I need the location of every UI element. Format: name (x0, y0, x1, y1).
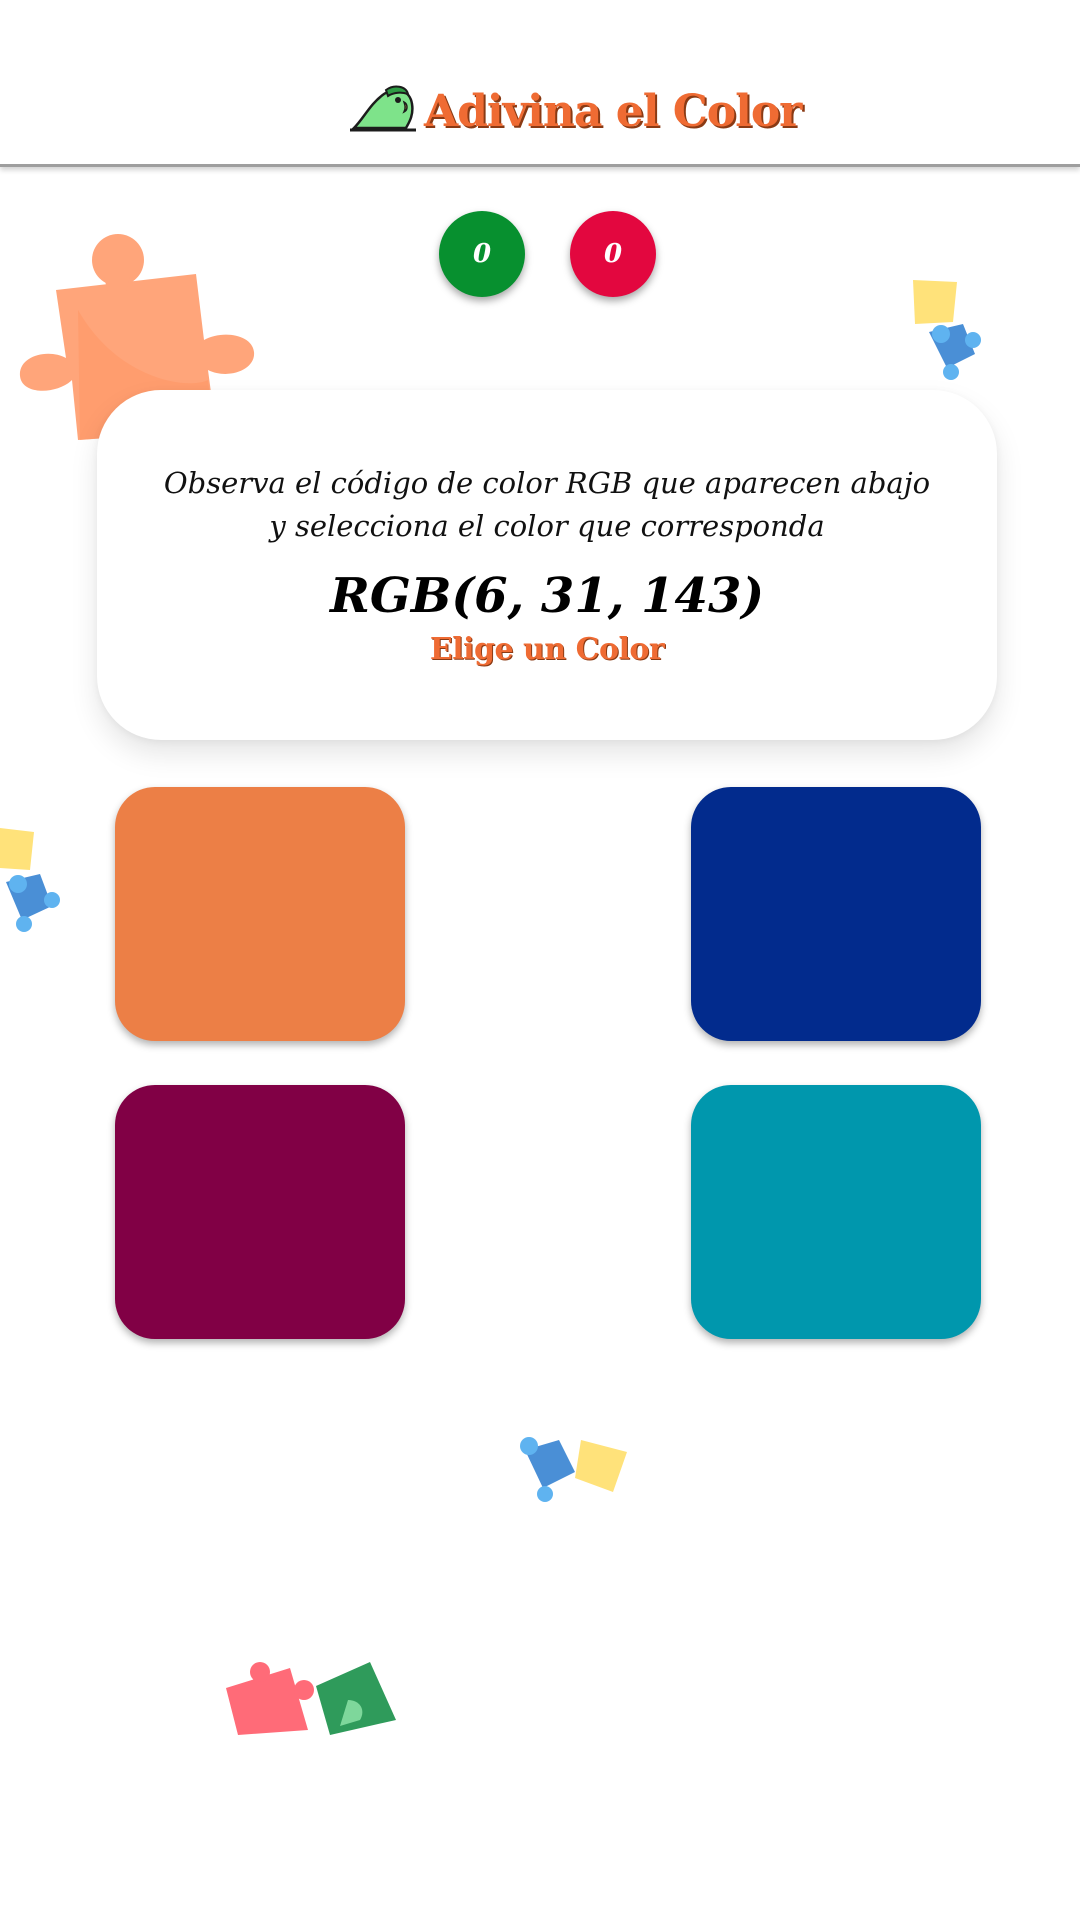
instructions-text: Observa el código de color RGB que apare… (163, 466, 931, 543)
puzzle-pieces-icon (913, 280, 981, 380)
color-option-1[interactable] (115, 787, 405, 1041)
puzzle-pieces-icon (520, 1437, 627, 1502)
puzzle-pieces-icon (0, 828, 60, 932)
color-option-2[interactable] (691, 787, 981, 1041)
correct-score-badge: 0 (439, 211, 525, 297)
instruction-card: Observa el código de color RGB que apare… (97, 390, 997, 740)
puzzle-pieces-icon (226, 1662, 396, 1735)
app-header: Adivina el Color (0, 0, 1080, 167)
color-option-3[interactable] (115, 1085, 405, 1339)
app-title: Adivina el Color (424, 86, 802, 137)
rgb-code: RGB(6, 31, 143) (329, 568, 765, 624)
wrong-score-badge: 0 (570, 211, 656, 297)
parrot-icon (350, 85, 416, 132)
choose-color-label: Elige un Color (429, 632, 665, 667)
color-option-4[interactable] (691, 1085, 981, 1339)
game-page: Adivina el Color 0 0 Observa el código d… (0, 0, 1080, 1920)
